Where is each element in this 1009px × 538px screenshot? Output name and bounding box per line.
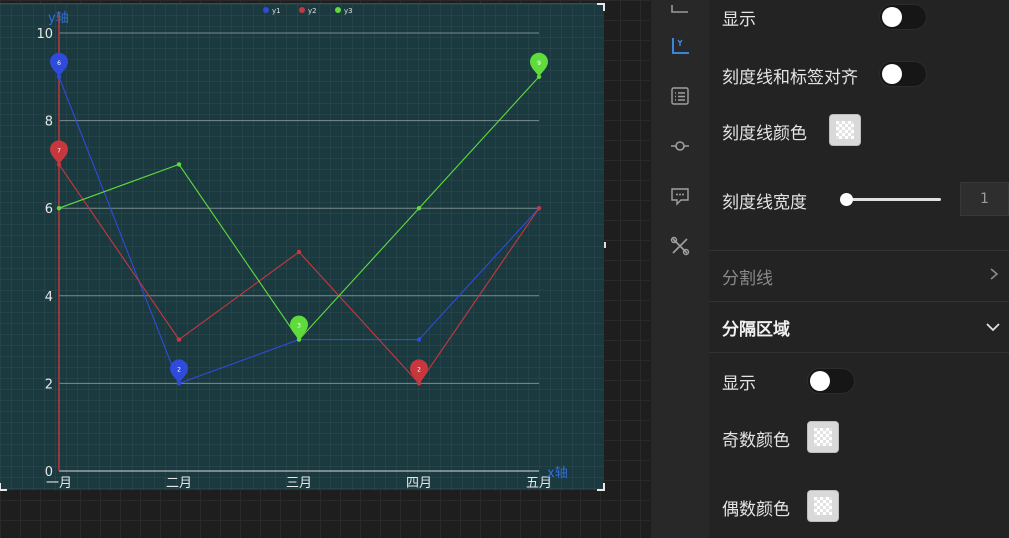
pin-label-y1: 2 <box>177 366 181 373</box>
y-axis-title: y轴 <box>48 11 69 26</box>
split-line-header[interactable]: 分割线 <box>722 264 773 289</box>
legend-swatch-y1 <box>263 7 269 13</box>
data-point-y2 <box>296 249 302 255</box>
resize-handle-right[interactable] <box>604 242 606 248</box>
tick-width-input[interactable]: 1 <box>960 182 1009 216</box>
pin-label-y2: 7 <box>57 147 61 154</box>
data-point-y3 <box>416 206 422 211</box>
tick-width-slider-track[interactable] <box>845 198 941 201</box>
y-tick-label: 4 <box>45 290 53 305</box>
show-toggle[interactable] <box>879 4 927 30</box>
y-tick-label: 8 <box>45 115 53 130</box>
series-line-y2 <box>58 164 540 385</box>
split-area-show-label: 显示 <box>722 374 756 394</box>
resize-handle-bottom-left[interactable] <box>0 483 7 491</box>
pin-label-y3: 3 <box>297 323 301 330</box>
divider <box>709 352 1009 353</box>
legend-label-y2: y2 <box>308 7 317 15</box>
resize-handle-bottom-right[interactable] <box>597 483 605 491</box>
data-point-y1 <box>416 337 422 342</box>
data-point-y3 <box>176 162 182 167</box>
chevron-down-icon[interactable] <box>985 320 1001 334</box>
x-tick-label: 四月 <box>406 476 432 490</box>
chevron-right-icon[interactable] <box>987 267 1001 281</box>
legend-label-y1: y1 <box>272 7 281 15</box>
divider <box>709 250 1009 251</box>
data-point-y2 <box>536 206 542 211</box>
odd-color-swatch[interactable] <box>807 421 839 453</box>
chart-widget[interactable]: 0 2 4 6 8 10 一月 二月 三月 四月 五月 y轴 x轴 y1 y2 y3 6 2 7 2 3 9 <box>0 3 606 491</box>
tools-tab-icon[interactable] <box>668 234 692 258</box>
x-tick-label: 一月 <box>46 476 72 490</box>
data-point-y3 <box>56 206 62 211</box>
legend-label-y3: y3 <box>344 7 353 15</box>
legend-swatch-y3 <box>335 7 341 13</box>
tick-color-swatch[interactable] <box>829 114 861 146</box>
data-point-y2 <box>176 337 182 342</box>
y-tick-label: 6 <box>45 202 53 217</box>
series-tab-icon[interactable] <box>668 134 692 158</box>
divider <box>709 301 1009 302</box>
tick-width-label: 刻度线宽度 <box>722 193 807 213</box>
tick-align-toggle[interactable] <box>879 61 927 87</box>
legend-swatch-y2 <box>299 7 305 13</box>
tick-color-label: 刻度线颜色 <box>722 124 807 144</box>
legend-tab-icon[interactable] <box>668 84 692 108</box>
line-chart: 0246810一月 二月 三月 四月 五月y轴x轴y1 y2 y3627239 <box>36 7 568 490</box>
tick-align-label: 刻度线和标签对齐 <box>722 68 858 88</box>
show-label: 显示 <box>722 10 756 30</box>
even-color-label: 偶数颜色 <box>722 500 790 520</box>
axis-settings-panel: 显示 刻度线和标签对齐 刻度线颜色 刻度线宽度 1 分割线 分隔区域 显示 奇数… <box>709 0 1009 538</box>
odd-color-label: 奇数颜色 <box>722 431 790 451</box>
pin-label-y1: 6 <box>57 60 61 67</box>
resize-handle-top-right[interactable] <box>597 3 605 11</box>
property-tab-bar <box>651 0 709 538</box>
y-tick-label: 2 <box>45 377 53 392</box>
pin-label-y2: 2 <box>417 366 421 373</box>
title-tab-icon[interactable] <box>668 0 692 16</box>
canvas-area: 0 2 4 6 8 10 一月 二月 三月 四月 五月 y轴 x轴 y1 y2 y3 6 2 7 2 3 9 <box>0 0 650 538</box>
even-color-swatch[interactable] <box>807 490 839 522</box>
axis-tab-icon[interactable] <box>668 34 692 58</box>
x-tick-label: 二月 <box>166 476 192 490</box>
x-tick-label: 三月 <box>286 476 312 490</box>
split-area-header[interactable]: 分隔区域 <box>722 315 790 340</box>
x-axis-title: x轴 <box>547 466 568 481</box>
tooltip-tab-icon[interactable] <box>668 184 692 208</box>
split-area-show-toggle[interactable] <box>807 368 855 394</box>
tick-width-slider-thumb[interactable] <box>840 193 853 206</box>
y-tick-label: 10 <box>36 27 53 42</box>
pin-label-y3: 9 <box>537 60 541 67</box>
